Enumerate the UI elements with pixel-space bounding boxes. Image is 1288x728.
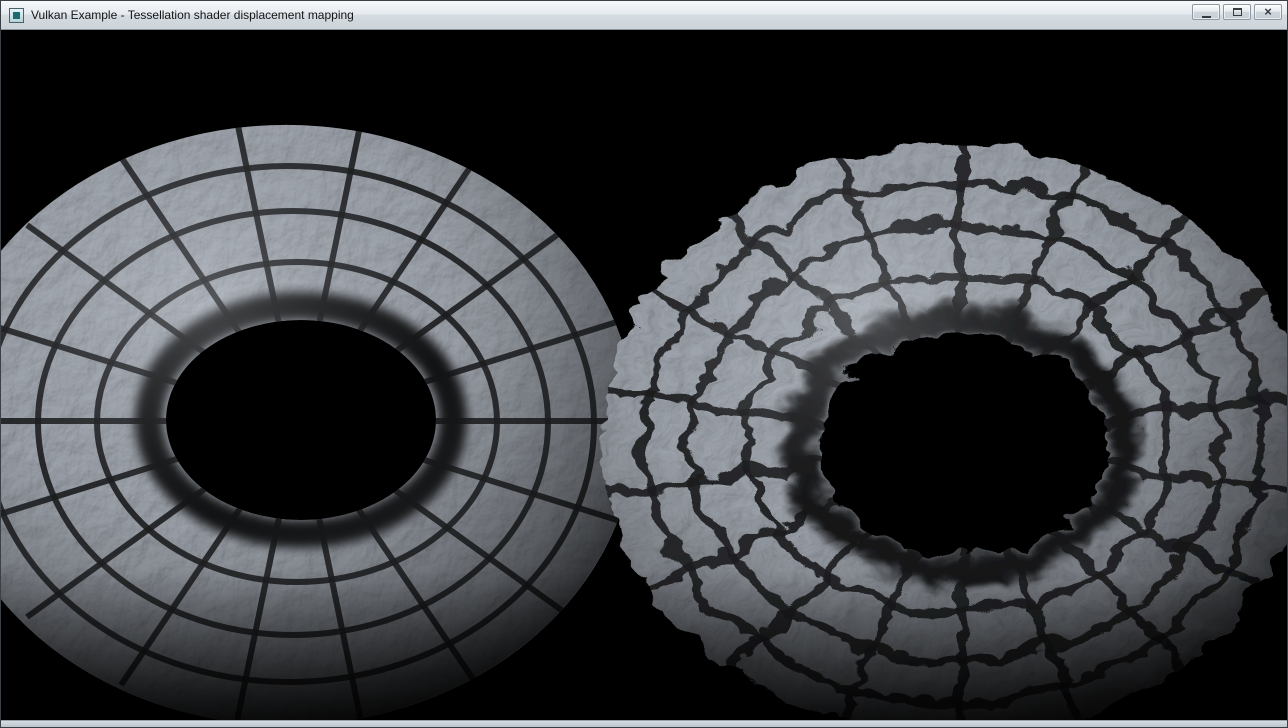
app-window: Vulkan Example - Tessellation shader dis… <box>0 0 1288 728</box>
minimize-icon <box>1202 7 1211 18</box>
scene-bottom-fade <box>1 570 1287 720</box>
window-title: Vulkan Example - Tessellation shader dis… <box>31 8 354 22</box>
render-viewport[interactable] <box>1 30 1287 720</box>
vulkan-app-icon <box>9 8 24 23</box>
window-controls: × <box>1192 1 1282 20</box>
titlebar[interactable]: Vulkan Example - Tessellation shader dis… <box>1 1 1287 30</box>
vulkan-render-scene <box>1 30 1287 720</box>
maximize-button[interactable] <box>1223 4 1251 20</box>
maximize-icon <box>1233 8 1242 16</box>
close-icon: × <box>1264 5 1272 18</box>
app-icon-glyph <box>13 12 20 19</box>
close-button[interactable]: × <box>1254 4 1282 20</box>
minimize-button[interactable] <box>1192 4 1220 20</box>
window-bottom-frame <box>1 720 1287 727</box>
